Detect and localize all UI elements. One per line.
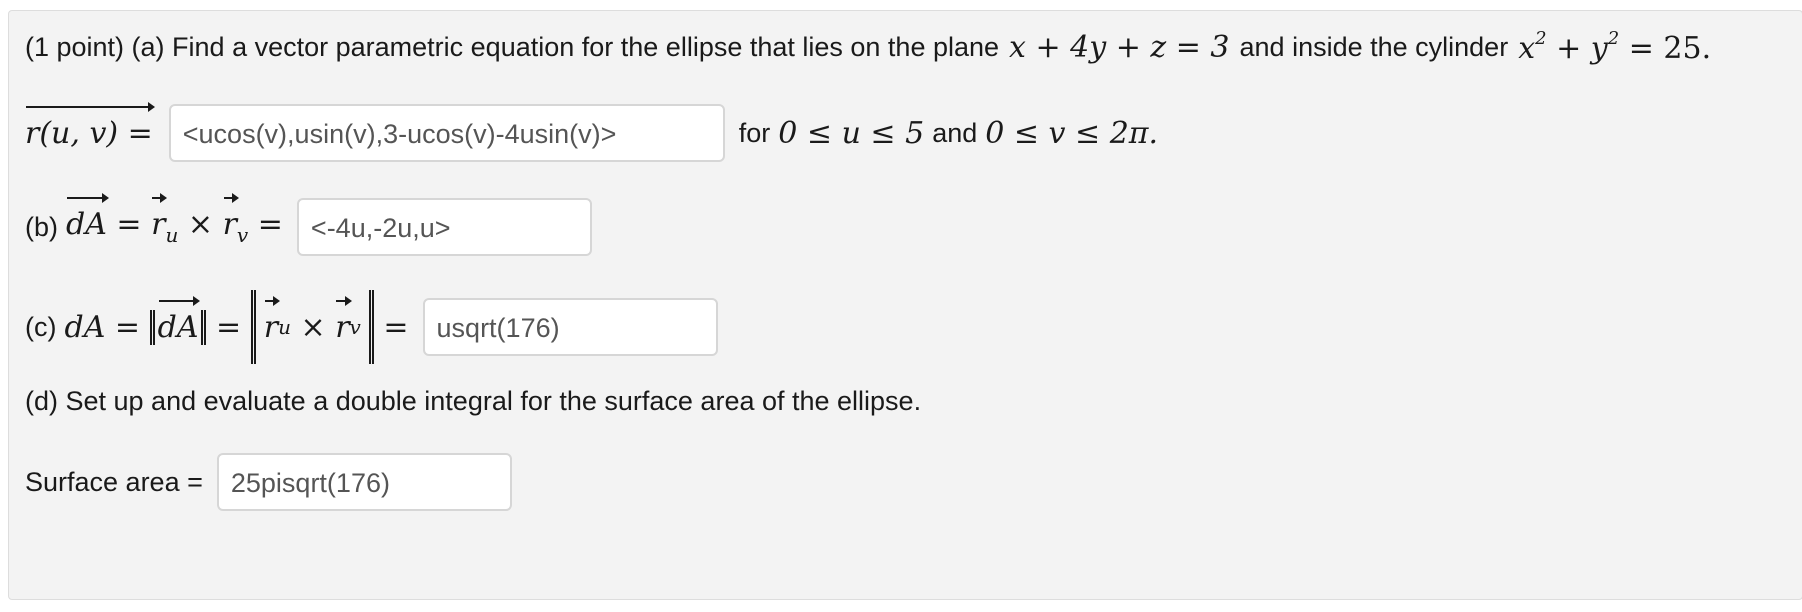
part-b-label: (b) [25, 211, 58, 242]
for-label: for [738, 117, 771, 148]
part-d-prompt: (d) Set up and evaluate a double integra… [25, 386, 922, 416]
part-a-mid: and inside the cylinder [1239, 31, 1509, 62]
dA-magnitude-input[interactable]: usqrt(176) [422, 298, 718, 356]
r-uv-label: r(u, v) = [25, 101, 155, 151]
dA-vector-input[interactable]: <-4u,-2u,u> [296, 198, 592, 256]
part-a-intro: (1 point) (a) Find a vector parametric e… [25, 31, 1000, 62]
plane-equation: x + 4y + z = 3 [1009, 29, 1230, 65]
part-c-label: (c) [25, 311, 57, 342]
surface-area-row: Surface area = 25pisqrt(176) [25, 453, 512, 511]
and-label: and [932, 117, 978, 148]
dA-magnitude-expression: dA = dA = ru × rv = [64, 290, 409, 364]
vector-equation-input[interactable]: <ucos(v),usin(v),3-ucos(v)-4usin(v)> [168, 104, 725, 162]
surface-area-input[interactable]: 25pisqrt(176) [216, 453, 512, 511]
part-d-prompt-row: (d) Set up and evaluate a double integra… [25, 386, 921, 417]
part-a-statement: (1 point) (a) Find a vector parametric e… [25, 28, 1711, 66]
part-c-row: (c) dA = dA = ru × rv = usqrt(176) [25, 290, 718, 364]
dA-vector-expression: dA = ru × rv = [66, 193, 283, 247]
v-range: 0 ≤ v ≤ 2π. [985, 115, 1159, 151]
cylinder-equation: x2 + y2 = 25. [1518, 28, 1712, 66]
u-range: 0 ≤ u ≤ 5 [778, 115, 925, 151]
part-b-row: (b) dA = ru × rv = <-4u,-2u,u> [25, 193, 592, 256]
part-a-answer-row: r(u, v) = <ucos(v),usin(v),3-ucos(v)-4us… [25, 101, 1159, 162]
surface-area-label: Surface area = [25, 466, 203, 497]
